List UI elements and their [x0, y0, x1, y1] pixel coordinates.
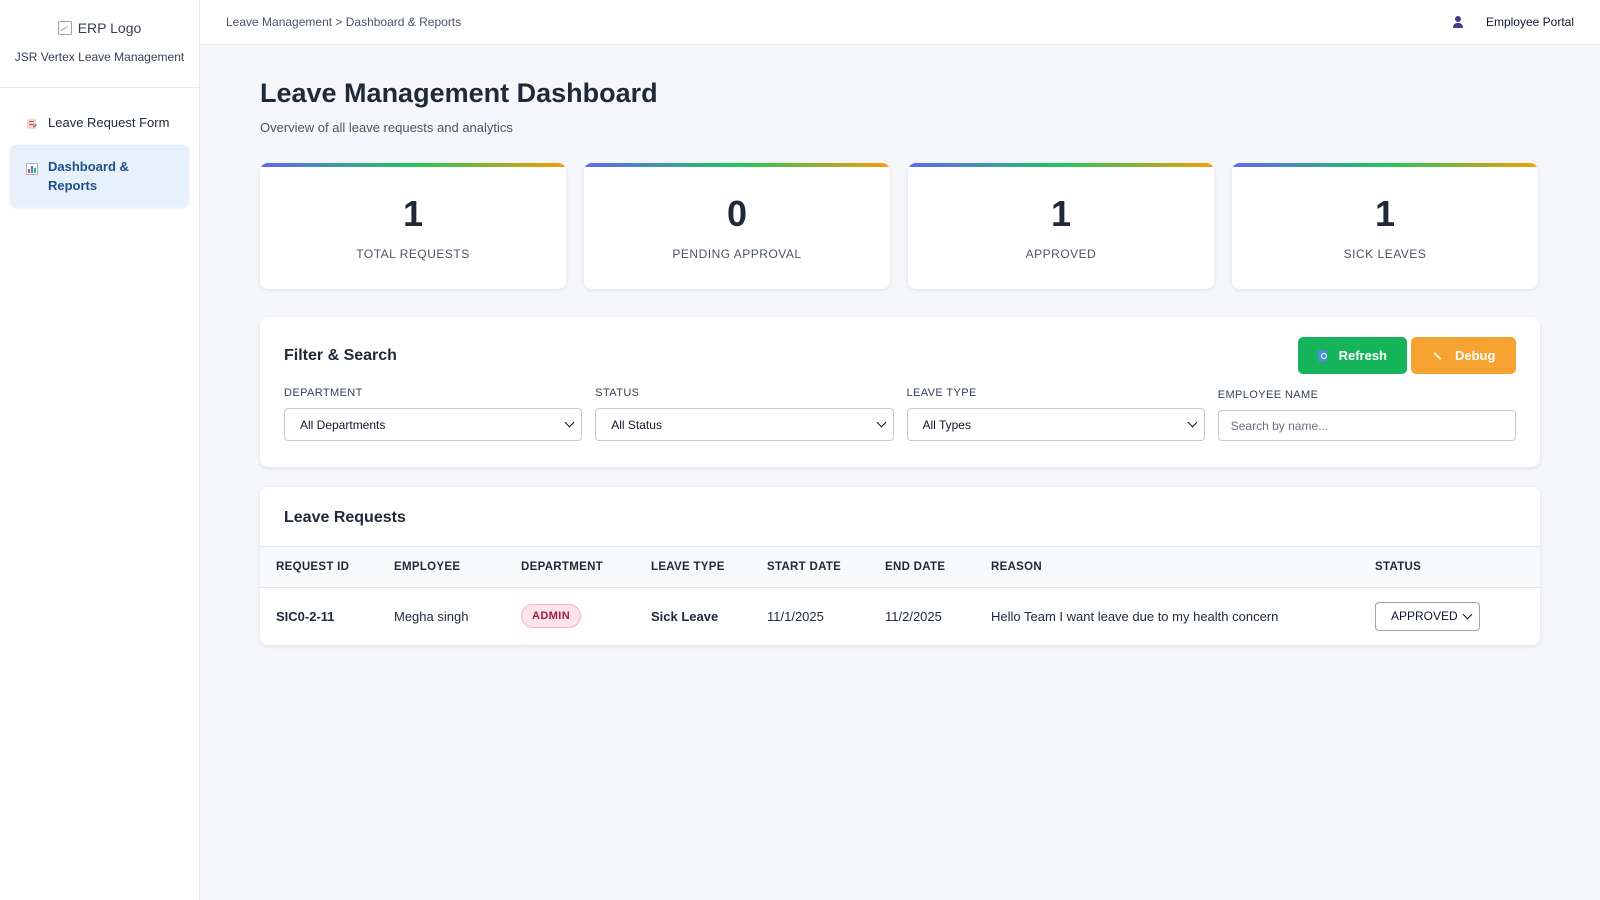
- erp-logo: ERP Logo: [57, 20, 142, 36]
- sidebar: ERP Logo JSR Vertex Leave Management Lea…: [0, 0, 200, 900]
- wrench-icon: [1431, 350, 1443, 362]
- column-header[interactable]: DEPARTMENT: [505, 547, 635, 588]
- stat-value: 1: [1374, 193, 1396, 234]
- stat-card-total-requests: 1 TOTAL REQUESTS: [260, 163, 566, 289]
- filter-fields: DEPARTMENT All Departments STATUS All St…: [284, 387, 1516, 441]
- stat-label: PENDING APPROVAL: [672, 247, 802, 261]
- user-icon: [1452, 16, 1464, 28]
- chevron-down-icon: [876, 417, 886, 428]
- department-value: All Departments: [300, 417, 386, 432]
- leave-requests-table: REQUEST ID EMPLOYEE DEPARTMENT LEAVE TYP…: [260, 546, 1540, 645]
- stat-label: APPROVED: [1025, 247, 1097, 261]
- debug-button[interactable]: Debug: [1411, 337, 1516, 374]
- column-header[interactable]: START DATE: [751, 547, 869, 588]
- status-dropdown-value: APPROVED: [1391, 609, 1458, 624]
- leave-type-label: LEAVE TYPE: [906, 387, 977, 399]
- department-badge: ADMIN: [521, 604, 582, 629]
- breadcrumb: Leave Management > Dashboard & Reports: [226, 15, 462, 29]
- sidebar-item-label: Dashboard & Reports: [48, 159, 129, 193]
- broken-image-icon: [57, 21, 72, 35]
- end-date: 11/2/2025: [885, 608, 942, 624]
- status-select[interactable]: All Status: [595, 408, 894, 441]
- sidebar-nav: Leave Request Form Dashboard & Reports: [0, 88, 199, 231]
- page-subtitle: Overview of all leave requests and analy…: [260, 120, 513, 135]
- column-header[interactable]: EMPLOYEE: [378, 547, 505, 588]
- stats-row: 1 TOTAL REQUESTS 0 PENDING APPROVAL 1 AP…: [260, 163, 1540, 289]
- sidebar-item-label: Leave Request Form: [48, 115, 170, 130]
- column-header[interactable]: STATUS: [1359, 547, 1540, 588]
- stat-label: TOTAL REQUESTS: [356, 247, 470, 261]
- page-title: Leave Management Dashboard: [260, 78, 658, 108]
- department-filter: DEPARTMENT All Departments: [284, 387, 583, 441]
- stat-value: 1: [402, 193, 424, 234]
- stat-value: 0: [726, 193, 748, 234]
- leave-type-filter: LEAVE TYPE All Types: [906, 387, 1205, 441]
- table-header-row: REQUEST ID EMPLOYEE DEPARTMENT LEAVE TYP…: [260, 546, 1540, 588]
- filter-panel: Filter & Search Refresh Debug DEPARTMENT…: [260, 317, 1540, 467]
- stat-card-approved: 1 APPROVED: [908, 163, 1214, 289]
- chart-icon: [26, 163, 38, 175]
- status-label: STATUS: [595, 387, 640, 399]
- employee-label: EMPLOYEE NAME: [1217, 389, 1319, 401]
- employee-search-input[interactable]: Search by name...: [1217, 410, 1516, 441]
- refresh-label: Refresh: [1338, 348, 1387, 363]
- filter-actions: Refresh Debug: [1298, 337, 1516, 374]
- employee-portal[interactable]: Employee Portal: [1452, 15, 1574, 29]
- main-content: Leave Management Dashboard Overview of a…: [260, 45, 1540, 645]
- column-header[interactable]: REQUEST ID: [260, 547, 378, 588]
- status-cell: APPROVED: [1359, 588, 1540, 645]
- employee-filter: EMPLOYEE NAME Search by name...: [1217, 387, 1516, 441]
- department-label: DEPARTMENT: [284, 387, 363, 399]
- stat-label: SICK LEAVES: [1343, 247, 1427, 261]
- table-row[interactable]: SIC0-2-11 Megha singh ADMIN Sick Leave 1…: [260, 588, 1540, 645]
- refresh-icon: [1318, 349, 1327, 362]
- logo-alt-text: ERP Logo: [77, 20, 142, 36]
- requests-title: Leave Requests: [284, 509, 406, 526]
- employee-name: Megha singh: [394, 608, 469, 624]
- debug-label: Debug: [1455, 348, 1496, 363]
- leave-type: Sick Leave: [651, 608, 719, 624]
- top-bar: Leave Management > Dashboard & Reports E…: [200, 0, 1600, 45]
- refresh-button[interactable]: Refresh: [1298, 337, 1407, 374]
- status-filter: STATUS All Status: [595, 387, 894, 441]
- request-id: SIC0-2-11: [276, 608, 335, 624]
- department-select[interactable]: All Departments: [284, 408, 583, 441]
- status-value: All Status: [611, 417, 662, 432]
- chevron-down-icon: [1462, 609, 1473, 620]
- portal-label: Employee Portal: [1485, 15, 1574, 29]
- chevron-down-icon: [1187, 417, 1198, 428]
- requests-header: Leave Requests: [260, 487, 1540, 546]
- reason: Hello Team I want leave due to my health…: [991, 608, 1279, 624]
- column-header[interactable]: REASON: [975, 547, 1359, 588]
- form-icon: [27, 119, 37, 129]
- sidebar-item-dashboard-reports[interactable]: Dashboard & Reports: [10, 145, 189, 207]
- brand: ERP Logo JSR Vertex Leave Management: [0, 0, 199, 88]
- leave-type-select[interactable]: All Types: [906, 408, 1205, 441]
- stat-card-sick-leaves: 1 SICK LEAVES: [1232, 163, 1538, 289]
- stat-value: 1: [1050, 193, 1072, 234]
- leave-type-value: All Types: [922, 417, 971, 432]
- department-cell: ADMIN: [505, 588, 635, 645]
- stat-card-pending-approval: 0 PENDING APPROVAL: [584, 163, 890, 289]
- status-dropdown[interactable]: APPROVED: [1375, 601, 1480, 631]
- leave-requests-panel: Leave Requests REQUEST ID EMPLOYEE DEPAR…: [260, 487, 1540, 645]
- sidebar-item-leave-request-form[interactable]: Leave Request Form: [10, 106, 189, 139]
- chevron-down-icon: [564, 417, 575, 428]
- employee-placeholder: Search by name...: [1230, 418, 1329, 433]
- brand-name: JSR Vertex Leave Management: [14, 50, 185, 64]
- start-date: 11/1/2025: [767, 608, 824, 624]
- column-header[interactable]: END DATE: [869, 547, 975, 588]
- column-header[interactable]: LEAVE TYPE: [635, 547, 751, 588]
